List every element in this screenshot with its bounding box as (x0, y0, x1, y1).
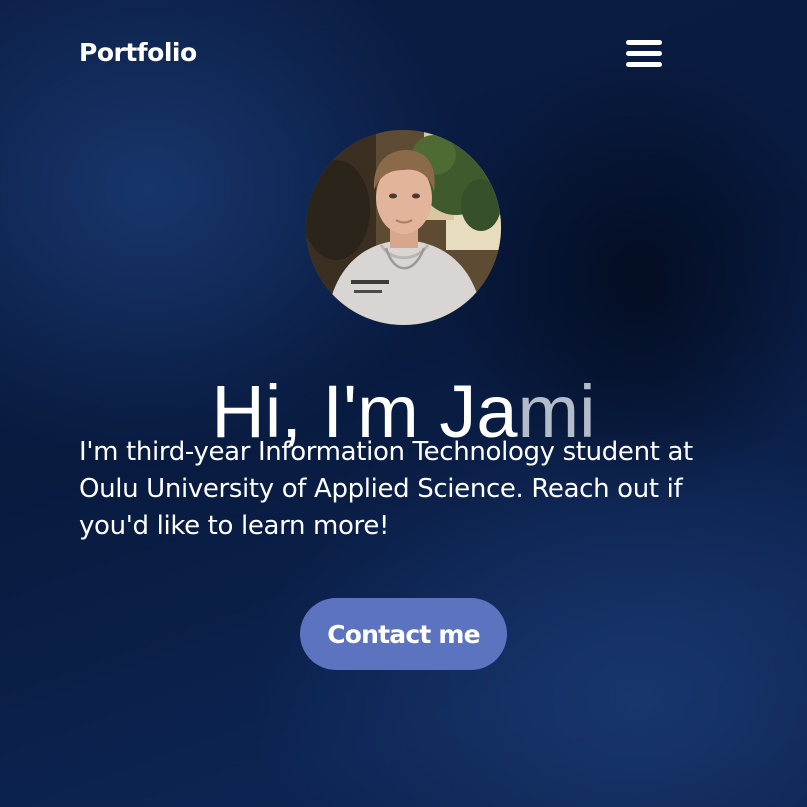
hamburger-menu-icon[interactable] (622, 36, 666, 72)
menu-bar (626, 40, 662, 45)
site-logo[interactable]: Portfolio (79, 35, 197, 71)
profile-photo (306, 130, 501, 325)
menu-bar (626, 62, 662, 67)
hero-description: I'm third-year Information Technology st… (79, 437, 693, 541)
contact-button[interactable]: Contact me (300, 598, 507, 670)
menu-bar (626, 51, 662, 56)
